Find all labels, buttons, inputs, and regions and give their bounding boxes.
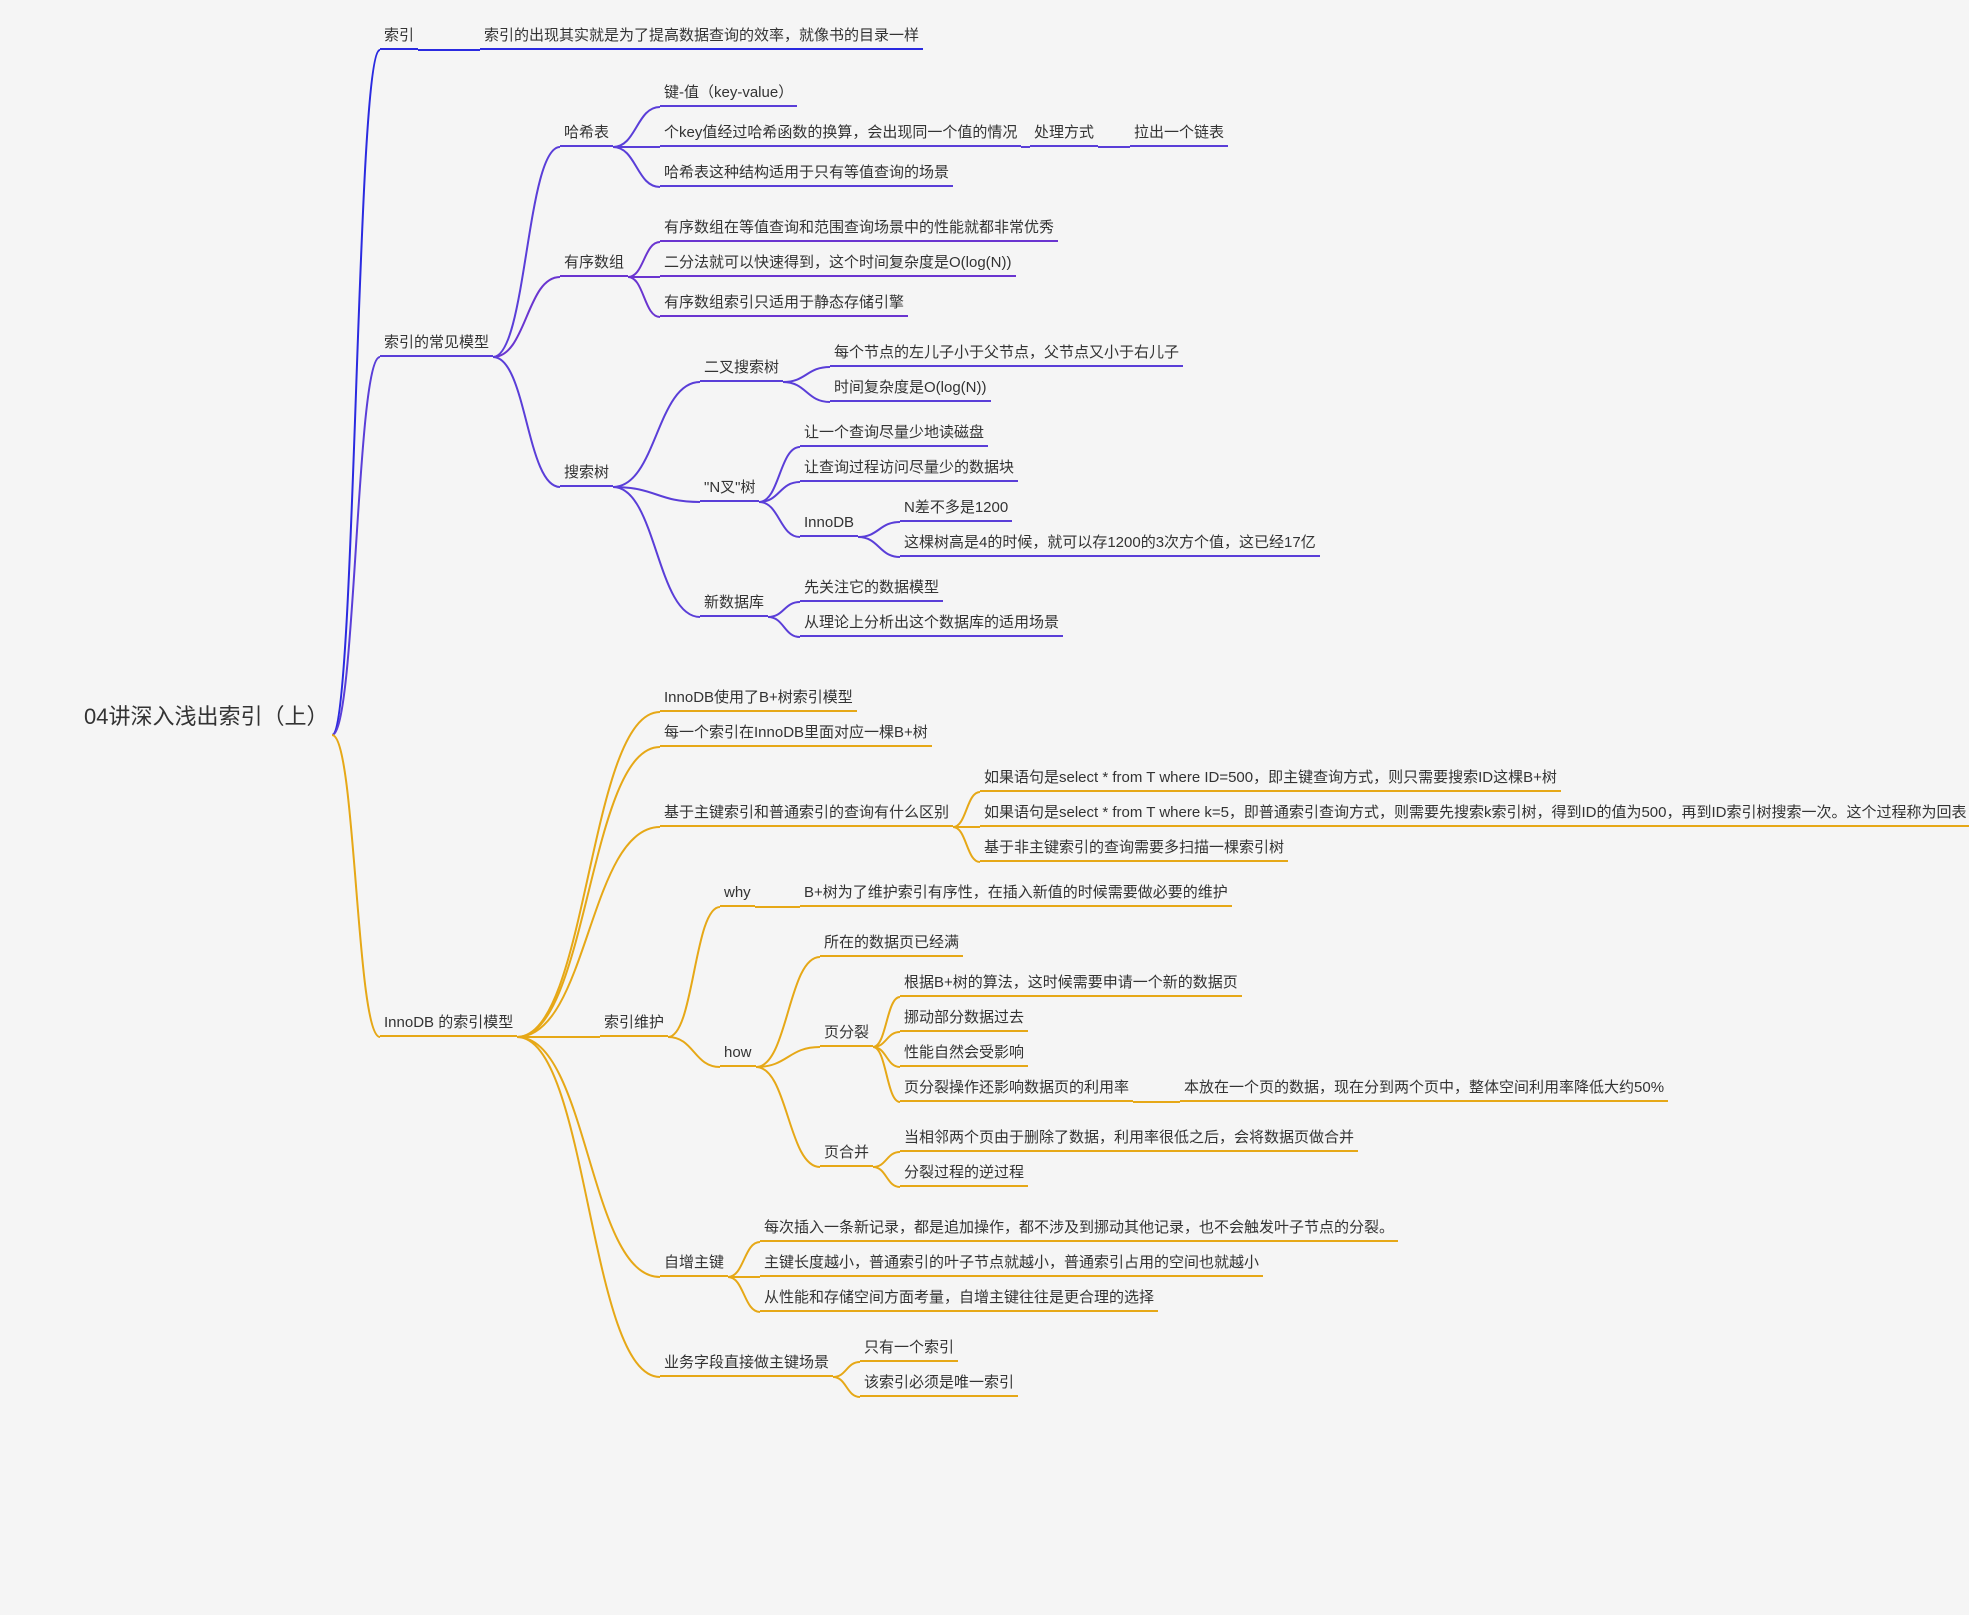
node-n2a[interactable]: 哈希表 bbox=[560, 120, 613, 147]
edge-n2a-n2a1 bbox=[613, 107, 660, 147]
node-n3d2b3[interactable]: 性能自然会受影响 bbox=[900, 1040, 1028, 1067]
edge-n3d2-n3d2a bbox=[756, 957, 820, 1067]
edge-n2c2c-n2c2c2 bbox=[858, 537, 900, 557]
edge-n2c3-n2c3a bbox=[768, 602, 800, 617]
mindmap-canvas: 04讲深入浅出索引（上） 索引 索引的出现其实就是为了提高数据查询的效率，就像书的目… bbox=[0, 0, 1969, 1615]
edge-root-n3 bbox=[332, 735, 380, 1037]
node-n2a2c[interactable]: 拉出一个链表 bbox=[1130, 120, 1228, 147]
node-n2a2[interactable]: 个key值经过哈希函数的换算，会出现同一个值的情况 bbox=[660, 120, 1021, 147]
node-n3d2c[interactable]: 页合并 bbox=[820, 1140, 873, 1167]
node-n3d2c1[interactable]: 当相邻两个页由于删除了数据，利用率很低之后，会将数据页做合并 bbox=[900, 1125, 1358, 1152]
node-n3c1[interactable]: 如果语句是select * from T where ID=500，即主键查询方… bbox=[980, 765, 1561, 792]
edge-n2-n2a bbox=[493, 147, 560, 357]
node-n3e2[interactable]: 主键长度越小，普通索引的叶子节点就越小，普通索引占用的空间也就越小 bbox=[760, 1250, 1263, 1277]
node-n2b2[interactable]: 二分法就可以快速得到，这个时间复杂度是O(log(N)) bbox=[660, 250, 1016, 277]
edge-n2a-n2a3 bbox=[613, 147, 660, 187]
edge-n2c-n2c3 bbox=[613, 487, 700, 617]
node-n3e1[interactable]: 每次插入一条新记录，都是追加操作，都不涉及到挪动其他记录，也不会触发叶子节点的分… bbox=[760, 1215, 1398, 1242]
node-n1a[interactable]: 索引的出现其实就是为了提高数据查询的效率，就像书的目录一样 bbox=[480, 23, 923, 50]
node-n2[interactable]: 索引的常见模型 bbox=[380, 330, 493, 357]
edge-n3-n3f bbox=[517, 1037, 660, 1377]
node-n3c3[interactable]: 基于非主键索引的查询需要多扫描一棵索引树 bbox=[980, 835, 1288, 862]
node-n3e[interactable]: 自增主键 bbox=[660, 1250, 728, 1277]
node-n2a3[interactable]: 哈希表这种结构适用于只有等值查询的场景 bbox=[660, 160, 953, 187]
edge-n3-n3e bbox=[517, 1037, 660, 1277]
node-n3c[interactable]: 基于主键索引和普通索引的查询有什么区别 bbox=[660, 800, 953, 827]
node-n3d2a[interactable]: 所在的数据页已经满 bbox=[820, 930, 963, 957]
edge-n2c-n2c1 bbox=[613, 382, 700, 487]
node-n2b3[interactable]: 有序数组索引只适用于静态存储引擎 bbox=[660, 290, 908, 317]
edge-n3f-n3f1 bbox=[833, 1362, 860, 1377]
node-n3f2[interactable]: 该索引必须是唯一索引 bbox=[860, 1370, 1018, 1397]
node-n2a1[interactable]: 键-值（key-value） bbox=[660, 80, 797, 107]
edge-n3-n3c bbox=[517, 827, 660, 1037]
node-n3d2c2[interactable]: 分裂过程的逆过程 bbox=[900, 1160, 1028, 1187]
node-n3d2b[interactable]: 页分裂 bbox=[820, 1020, 873, 1047]
edge-n2c2-n2c2a bbox=[759, 447, 800, 502]
edge-n2b-n2b3 bbox=[628, 277, 660, 317]
edge-n3d-n3d1 bbox=[668, 907, 720, 1037]
node-n2c2[interactable]: "N叉"树 bbox=[700, 475, 759, 502]
node-n3d2b4[interactable]: 页分裂操作还影响数据页的利用率 bbox=[900, 1075, 1133, 1102]
edge-n3e-n3e3 bbox=[728, 1277, 760, 1312]
node-n3e3[interactable]: 从性能和存储空间方面考量，自增主键往往是更合理的选择 bbox=[760, 1285, 1158, 1312]
node-n2a2b[interactable]: 处理方式 bbox=[1030, 120, 1098, 147]
node-n3d2b2[interactable]: 挪动部分数据过去 bbox=[900, 1005, 1028, 1032]
node-n2c2c1[interactable]: N差不多是1200 bbox=[900, 495, 1012, 522]
edge-root-n1 bbox=[332, 50, 380, 735]
edge-n3c-n3c3 bbox=[953, 827, 980, 862]
node-n3f[interactable]: 业务字段直接做主键场景 bbox=[660, 1350, 833, 1377]
node-n2c1b[interactable]: 时间复杂度是O(log(N)) bbox=[830, 375, 991, 402]
edge-n3d2c-n3d2c1 bbox=[873, 1152, 900, 1167]
edge-n3c-n3c1 bbox=[953, 792, 980, 827]
node-n3d[interactable]: 索引维护 bbox=[600, 1010, 668, 1037]
node-n3a[interactable]: InnoDB使用了B+树索引模型 bbox=[660, 685, 857, 712]
node-n1[interactable]: 索引 bbox=[380, 23, 418, 50]
node-n2b[interactable]: 有序数组 bbox=[560, 250, 628, 277]
edge-n3f-n3f2 bbox=[833, 1377, 860, 1397]
node-n2c1a[interactable]: 每个节点的左儿子小于父节点，父节点又小于右儿子 bbox=[830, 340, 1183, 367]
edge-n2c1-n2c1a bbox=[783, 367, 830, 382]
edge-n2c2c-n2c2c1 bbox=[858, 522, 900, 537]
node-n3f1[interactable]: 只有一个索引 bbox=[860, 1335, 958, 1362]
node-n2c3b[interactable]: 从理论上分析出这个数据库的适用场景 bbox=[800, 610, 1063, 637]
node-n2c3a[interactable]: 先关注它的数据模型 bbox=[800, 575, 943, 602]
edge-n2-n2b bbox=[493, 277, 560, 357]
edge-n2-n2c bbox=[493, 357, 560, 487]
edge-n3d-n3d2 bbox=[668, 1037, 720, 1067]
node-n2c2c2[interactable]: 这棵树高是4的时候，就可以存1200的3次方个值，这已经17亿 bbox=[900, 530, 1320, 557]
node-n2c[interactable]: 搜索树 bbox=[560, 460, 613, 487]
edge-n3-n3b bbox=[517, 747, 660, 1037]
node-n3[interactable]: InnoDB 的索引模型 bbox=[380, 1010, 517, 1037]
edge-n2c1-n2c1b bbox=[783, 382, 830, 402]
node-n3d2[interactable]: how bbox=[720, 1040, 756, 1067]
node-n2c1[interactable]: 二叉搜索树 bbox=[700, 355, 783, 382]
node-n3b[interactable]: 每一个索引在InnoDB里面对应一棵B+树 bbox=[660, 720, 932, 747]
node-n2c2c[interactable]: InnoDB bbox=[800, 510, 858, 537]
edge-n3d2-n3d2c bbox=[756, 1067, 820, 1167]
edge-n2b-n2b1 bbox=[628, 242, 660, 277]
node-n3d2b1[interactable]: 根据B+树的算法，这时候需要申请一个新的数据页 bbox=[900, 970, 1242, 997]
node-n3d2b4a[interactable]: 本放在一个页的数据，现在分到两个页中，整体空间利用率降低大约50% bbox=[1180, 1075, 1668, 1102]
edge-n3e-n3e1 bbox=[728, 1242, 760, 1277]
node-n2c3[interactable]: 新数据库 bbox=[700, 590, 768, 617]
node-n2c2b[interactable]: 让查询过程访问尽量少的数据块 bbox=[800, 455, 1018, 482]
node-n3d1a[interactable]: B+树为了维护索引有序性，在插入新值的时候需要做必要的维护 bbox=[800, 880, 1232, 907]
node-n2c2a[interactable]: 让一个查询尽量少地读磁盘 bbox=[800, 420, 988, 447]
node-n3c2[interactable]: 如果语句是select * from T where k=5，即普通索引查询方式… bbox=[980, 800, 1969, 827]
node-n3d1[interactable]: why bbox=[720, 880, 755, 907]
edge-n3-n3a bbox=[517, 712, 660, 1037]
root-node[interactable]: 04讲深入浅出索引（上） bbox=[80, 700, 332, 735]
edge-n3d2c-n3d2c2 bbox=[873, 1167, 900, 1187]
edge-n2c2-n2c2c bbox=[759, 502, 800, 537]
edge-n2c3-n2c3b bbox=[768, 617, 800, 637]
edge-n2c-n2c2 bbox=[613, 487, 700, 502]
node-n2b1[interactable]: 有序数组在等值查询和范围查询场景中的性能就都非常优秀 bbox=[660, 215, 1058, 242]
